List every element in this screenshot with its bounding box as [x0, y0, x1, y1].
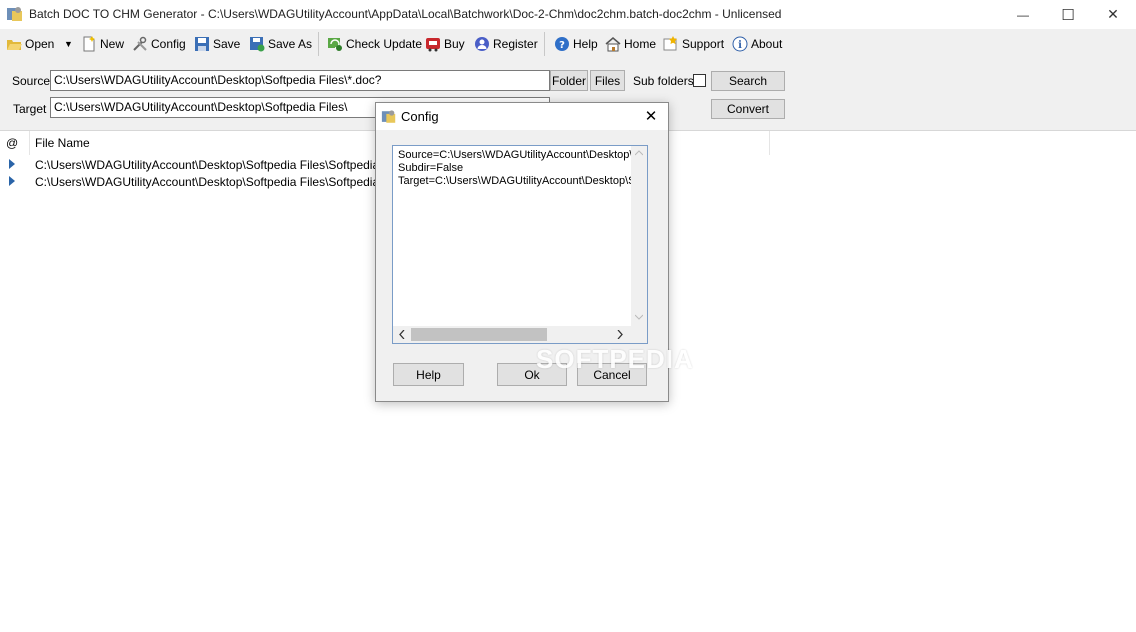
horizontal-scroll-thumb[interactable]: [411, 328, 547, 341]
save-button[interactable]: Save: [194, 33, 240, 55]
tools-icon: [133, 36, 147, 51]
search-button[interactable]: Search: [711, 71, 785, 91]
svg-text:i: i: [738, 40, 742, 51]
new-document-icon: [83, 36, 95, 52]
table-row[interactable]: C:\Users\WDAGUtilityAccount\Desktop\Soft…: [0, 158, 427, 174]
config-line: Source=C:\Users\WDAGUtilityAccount\Deskt…: [398, 149, 631, 161]
target-label: Target: [13, 102, 47, 116]
scroll-down-icon[interactable]: [635, 314, 643, 320]
close-icon: ✕: [1107, 6, 1119, 22]
source-label: Source: [12, 74, 51, 88]
toolbar-separator: [544, 32, 545, 56]
horizontal-scrollbar[interactable]: [393, 326, 631, 343]
toolbar-separator: [318, 32, 319, 56]
scroll-up-icon[interactable]: [635, 150, 643, 156]
vertical-scrollbar[interactable]: [631, 146, 647, 326]
new-button[interactable]: New: [81, 33, 124, 55]
column-header-status[interactable]: @: [6, 131, 18, 155]
about-button[interactable]: i About: [732, 33, 782, 55]
svg-text:?: ?: [559, 40, 565, 51]
dialog-title: Config: [401, 109, 439, 124]
user-register-icon: [475, 37, 489, 51]
table-row[interactable]: C:\Users\WDAGUtilityAccount\Desktop\Soft…: [0, 175, 408, 191]
column-divider: [769, 131, 770, 155]
minimize-icon: —: [1017, 7, 1029, 22]
file-name-cell: C:\Users\WDAGUtilityAccount\Desktop\Soft…: [35, 175, 408, 189]
file-name-cell: C:\Users\WDAGUtilityAccount\Desktop\Soft…: [35, 158, 427, 172]
maximize-button[interactable]: ☐: [1045, 0, 1091, 29]
window-title: Batch DOC TO CHM Generator - C:\Users\WD…: [29, 7, 782, 21]
dialog-title-bar: Config ✕: [376, 103, 668, 130]
source-input[interactable]: C:\Users\WDAGUtilityAccount\Desktop\Soft…: [50, 70, 550, 91]
register-button[interactable]: Register: [474, 33, 538, 55]
row-indicator-icon: [9, 176, 15, 186]
refresh-icon: [328, 38, 342, 51]
home-button[interactable]: Home: [605, 33, 656, 55]
config-text-viewport: Source=C:\Users\WDAGUtilityAccount\Deskt…: [393, 146, 631, 326]
shopping-cart-icon: [426, 38, 440, 52]
subfolders-label: Sub folders: [633, 74, 694, 88]
convert-button[interactable]: Convert: [711, 99, 785, 119]
toolbar: Open ▼ New Config Save Save As Check Upd…: [0, 29, 1136, 59]
home-icon: [605, 37, 621, 52]
config-text-area[interactable]: Source=C:\Users\WDAGUtilityAccount\Deskt…: [392, 145, 648, 344]
dialog-close-button[interactable]: ✕: [638, 105, 664, 127]
folder-button[interactable]: Folder: [550, 70, 588, 91]
row-indicator-icon: [9, 159, 15, 169]
open-dropdown-button[interactable]: ▼: [64, 33, 73, 55]
support-icon: [663, 36, 677, 51]
config-line: Target=C:\Users\WDAGUtilityAccount\Deskt…: [398, 175, 631, 187]
close-icon: ✕: [644, 108, 658, 125]
info-icon: i: [732, 36, 748, 52]
close-button[interactable]: ✕: [1090, 0, 1136, 29]
scroll-left-icon[interactable]: [399, 330, 405, 339]
files-button[interactable]: Files: [590, 70, 625, 91]
maximize-icon: ☐: [1061, 6, 1075, 24]
title-bar: Batch DOC TO CHM Generator - C:\Users\WD…: [0, 0, 1136, 29]
scrollbar-corner: [631, 326, 647, 343]
folder-open-icon: [7, 40, 22, 50]
help-button[interactable]: Help: [393, 363, 464, 386]
scroll-right-icon[interactable]: [617, 330, 623, 339]
open-button[interactable]: Open: [6, 33, 54, 55]
subfolders-checkbox[interactable]: [693, 74, 706, 87]
help-icon: ?: [555, 37, 569, 51]
check-update-button[interactable]: Check Update: [327, 33, 422, 55]
save-as-button[interactable]: Save As: [249, 33, 312, 55]
chevron-down-icon: ▼: [64, 39, 73, 49]
buy-button[interactable]: Buy: [425, 33, 465, 55]
app-icon: [7, 7, 22, 21]
floppy-disk-icon: [195, 37, 209, 51]
help-button[interactable]: ? Help: [554, 33, 598, 55]
support-button[interactable]: Support: [663, 33, 724, 55]
app-icon: [381, 110, 396, 123]
config-line: Subdir=False: [398, 162, 464, 174]
watermark-text: SOFTPEDIA: [536, 344, 694, 374]
column-header-file-name[interactable]: File Name: [35, 131, 90, 155]
save-as-icon: [250, 37, 265, 52]
minimize-button[interactable]: —: [1000, 0, 1046, 29]
config-button[interactable]: Config: [132, 33, 186, 55]
column-divider: [29, 131, 30, 155]
